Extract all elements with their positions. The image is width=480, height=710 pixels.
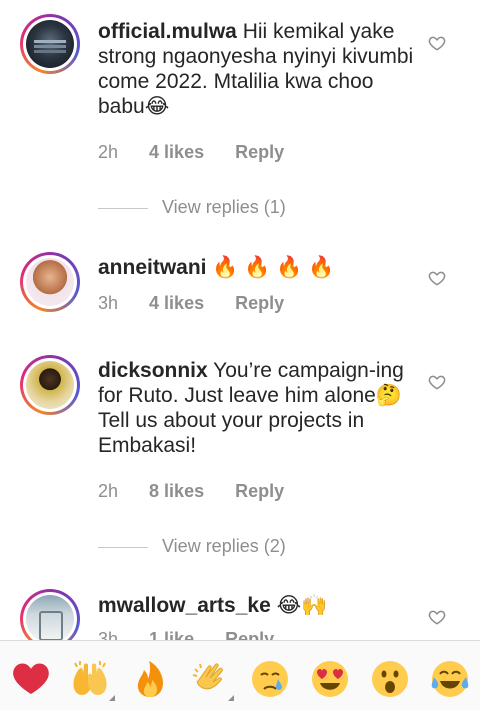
comment-meta: 3h 1 like Reply — [98, 629, 300, 640]
comment-body: dicksonnix You’re campaign-ing for Ruto.… — [98, 358, 416, 458]
comment-time: 2h — [98, 481, 119, 501]
avatar[interactable] — [20, 355, 80, 415]
avatar-image — [26, 258, 74, 306]
comment-time: 2h — [98, 142, 119, 162]
more-options-indicator — [228, 695, 234, 701]
raising-hands-emoji[interactable] — [70, 659, 110, 699]
likes-count[interactable]: 4 likes — [149, 142, 204, 162]
reply-button[interactable]: Reply — [235, 142, 284, 162]
avatar[interactable] — [20, 589, 80, 640]
avatar-image — [26, 595, 74, 640]
avatar-image — [26, 20, 74, 68]
reply-button[interactable]: Reply — [235, 293, 284, 313]
fire-emoji[interactable] — [130, 659, 170, 699]
heart-eyes-emoji[interactable] — [310, 659, 350, 699]
reply-button[interactable]: Reply — [225, 629, 274, 640]
reply-button[interactable]: Reply — [235, 481, 284, 501]
clapping-hands-emoji[interactable] — [190, 659, 230, 699]
likes-count[interactable]: 8 likes — [149, 481, 204, 501]
likes-count[interactable]: 4 likes — [149, 293, 204, 313]
red-heart-emoji[interactable] — [11, 659, 51, 699]
comment-body: official.mulwa Hii kemikal yake strong n… — [98, 19, 416, 119]
emoji-reaction-bar — [0, 640, 480, 710]
divider-line — [98, 207, 148, 209]
comment-meta: 2h 4 likes Reply — [98, 142, 310, 163]
view-replies-label: View replies (1) — [162, 197, 286, 217]
likes-count[interactable]: 1 like — [149, 629, 194, 640]
view-replies-button[interactable]: View replies (2) — [98, 536, 438, 560]
view-replies-button[interactable]: View replies (1) — [98, 197, 438, 221]
comment-time: 3h — [98, 629, 119, 640]
tears-of-joy-emoji[interactable] — [430, 659, 470, 699]
comment-username[interactable]: official.mulwa — [98, 20, 237, 43]
heart-icon[interactable] — [428, 269, 446, 287]
divider-line — [98, 546, 148, 548]
heart-icon[interactable] — [428, 608, 446, 626]
more-options-indicator — [109, 695, 115, 701]
comment-username[interactable]: dicksonnix — [98, 359, 208, 382]
avatar-image — [26, 361, 74, 409]
heart-icon[interactable] — [428, 34, 446, 52]
view-replies-label: View replies (2) — [162, 536, 286, 556]
avatar[interactable] — [20, 252, 80, 312]
comment-time: 3h — [98, 293, 119, 313]
comment-meta: 3h 4 likes Reply — [98, 293, 310, 314]
surprised-face-emoji[interactable] — [370, 659, 410, 699]
comment-meta: 2h 8 likes Reply — [98, 481, 310, 502]
avatar[interactable] — [20, 14, 80, 74]
comment-body: mwallow_arts_ke 😂🙌 — [98, 593, 416, 618]
comment-username[interactable]: anneitwani — [98, 256, 207, 279]
comment-username[interactable]: mwallow_arts_ke — [98, 594, 271, 617]
comments-list: official.mulwa Hii kemikal yake strong n… — [0, 0, 480, 640]
crying-face-emoji[interactable] — [250, 659, 290, 699]
heart-icon[interactable] — [428, 373, 446, 391]
comment-text: 🔥 🔥 🔥 🔥 — [212, 256, 335, 279]
comment-text: 😂🙌 — [276, 594, 328, 617]
comment-body: anneitwani 🔥 🔥 🔥 🔥 — [98, 255, 416, 280]
